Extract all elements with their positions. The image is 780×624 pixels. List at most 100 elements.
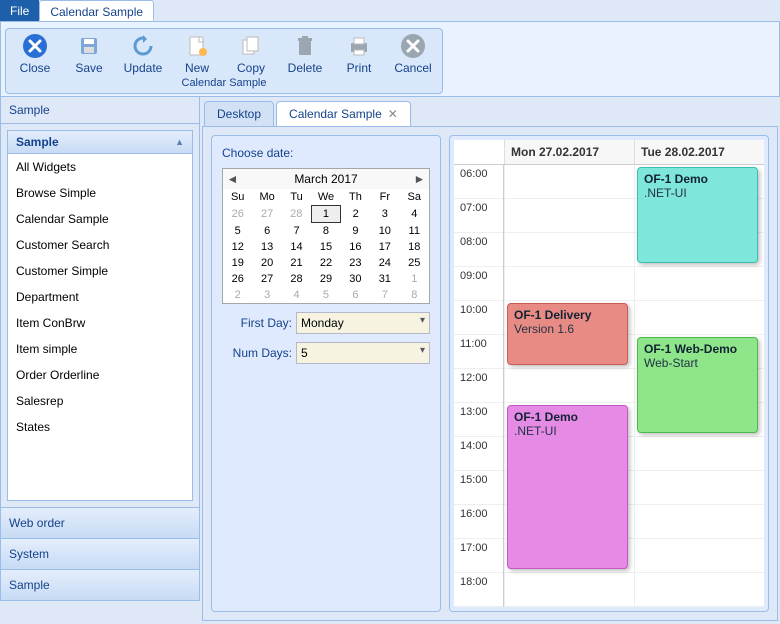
- calendar-day[interactable]: 28: [282, 271, 311, 287]
- calendar-day[interactable]: 28: [282, 206, 311, 223]
- time-gutter: 06:0007:0008:0009:0010:0011:0012:0013:00…: [454, 165, 504, 607]
- calendar-day[interactable]: 13: [252, 239, 281, 255]
- calendar-day[interactable]: 24: [370, 255, 399, 271]
- calendar-day[interactable]: 14: [282, 239, 311, 255]
- sidebar-link[interactable]: Web order: [1, 507, 199, 538]
- calendar-day[interactable]: 21: [282, 255, 311, 271]
- tab[interactable]: Desktop: [204, 101, 274, 126]
- event-desc: Version 1.6: [514, 322, 621, 336]
- calendar-day[interactable]: 12: [223, 239, 252, 255]
- sidebar-item[interactable]: Order Orderline: [8, 362, 192, 388]
- calendar-day[interactable]: 26: [223, 206, 252, 223]
- day-column[interactable]: OF-1 Demo.NET-UI OF-1 Web-DemoWeb-Start: [634, 165, 764, 607]
- update-label: Update: [124, 61, 163, 75]
- sidebar-item[interactable]: All Widgets: [8, 154, 192, 180]
- sidebar-item[interactable]: Salesrep: [8, 388, 192, 414]
- hour-label: 10:00: [454, 301, 503, 335]
- calendar-day[interactable]: 8: [311, 223, 340, 240]
- menu-bar: File Calendar Sample: [0, 0, 780, 22]
- calendar-day[interactable]: 25: [400, 255, 429, 271]
- prev-month-icon[interactable]: ◄: [225, 172, 240, 186]
- calendar-day[interactable]: 31: [370, 271, 399, 287]
- print-icon: [346, 33, 372, 59]
- calendar-event[interactable]: OF-1 Demo.NET-UI: [507, 405, 628, 569]
- calendar-day[interactable]: 8: [400, 287, 429, 303]
- calendar-day[interactable]: 23: [341, 255, 370, 271]
- sidebar-item[interactable]: Customer Simple: [8, 258, 192, 284]
- copy-button[interactable]: Copy: [230, 33, 272, 75]
- delete-button[interactable]: Delete: [284, 33, 326, 75]
- day-header: Mon 27.02.2017: [504, 140, 634, 164]
- calendar-event[interactable]: OF-1 Web-DemoWeb-Start: [637, 337, 758, 433]
- sidebar-item[interactable]: Calendar Sample: [8, 206, 192, 232]
- calendar-day[interactable]: 6: [252, 223, 281, 240]
- first-day-select[interactable]: Monday: [296, 312, 430, 334]
- calendar-day[interactable]: 5: [311, 287, 340, 303]
- calendar-day[interactable]: 18: [400, 239, 429, 255]
- calendar-day[interactable]: 19: [223, 255, 252, 271]
- sidebar-item[interactable]: States: [8, 414, 192, 440]
- tab[interactable]: Calendar Sample ✕: [276, 101, 411, 126]
- calendar-day[interactable]: 2: [341, 206, 370, 223]
- day-column[interactable]: OF-1 DeliveryVersion 1.6 OF-1 Demo.NET-UI: [504, 165, 634, 607]
- menu-tab-calendar[interactable]: Calendar Sample: [39, 0, 154, 21]
- calendar-day[interactable]: 29: [311, 271, 340, 287]
- calendar-event[interactable]: OF-1 DeliveryVersion 1.6: [507, 303, 628, 365]
- new-label: New: [185, 61, 209, 75]
- cancel-label: Cancel: [394, 61, 431, 75]
- calendar-day[interactable]: 3: [252, 287, 281, 303]
- calendar-day[interactable]: 2: [223, 287, 252, 303]
- update-icon: [130, 33, 156, 59]
- event-title: OF-1 Demo: [514, 410, 621, 424]
- sidebar-item[interactable]: Browse Simple: [8, 180, 192, 206]
- save-button[interactable]: Save: [68, 33, 110, 75]
- new-button[interactable]: New: [176, 33, 218, 75]
- calendar-day[interactable]: 11: [400, 223, 429, 240]
- close-icon[interactable]: ✕: [388, 107, 398, 121]
- calendar-day[interactable]: 15: [311, 239, 340, 255]
- sidebar-link[interactable]: System: [1, 538, 199, 569]
- calendar-day[interactable]: 27: [252, 271, 281, 287]
- event-title: OF-1 Web-Demo: [644, 342, 751, 356]
- print-button[interactable]: Print: [338, 33, 380, 75]
- mini-calendar[interactable]: ◄ March 2017 ► SuMoTuWeThFrSa26272812345…: [222, 168, 430, 304]
- menu-file[interactable]: File: [0, 0, 39, 21]
- sidebar-item[interactable]: Customer Search: [8, 232, 192, 258]
- hour-label: 12:00: [454, 369, 503, 403]
- day-header: Tue 28.02.2017: [634, 140, 764, 164]
- sidebar-link[interactable]: Sample: [1, 569, 199, 600]
- hour-label: 11:00: [454, 335, 503, 369]
- calendar-day[interactable]: 10: [370, 223, 399, 240]
- calendar-day[interactable]: 16: [341, 239, 370, 255]
- first-day-label: First Day:: [222, 316, 292, 330]
- calendar-day[interactable]: 3: [370, 206, 399, 223]
- calendar-event[interactable]: OF-1 Demo.NET-UI: [637, 167, 758, 263]
- calendar-day[interactable]: 17: [370, 239, 399, 255]
- calendar-day[interactable]: 4: [282, 287, 311, 303]
- cancel-button[interactable]: Cancel: [392, 33, 434, 75]
- next-month-icon[interactable]: ►: [412, 172, 427, 186]
- calendar-day[interactable]: 22: [311, 255, 340, 271]
- calendar-day[interactable]: 27: [252, 206, 281, 223]
- update-button[interactable]: Update: [122, 33, 164, 75]
- calendar-day[interactable]: 30: [341, 271, 370, 287]
- sidebar-item[interactable]: Item simple: [8, 336, 192, 362]
- calendar-day[interactable]: 6: [341, 287, 370, 303]
- calendar-day[interactable]: 7: [370, 287, 399, 303]
- calendar-day[interactable]: 5: [223, 223, 252, 240]
- sidebar-panel-header[interactable]: Sample ▲: [8, 131, 192, 154]
- calendar-day[interactable]: 20: [252, 255, 281, 271]
- sidebar-item[interactable]: Item ConBrw: [8, 310, 192, 336]
- calendar-day[interactable]: 9: [341, 223, 370, 240]
- calendar-day[interactable]: 1: [311, 206, 340, 223]
- copy-icon: [238, 33, 264, 59]
- collapse-icon[interactable]: ▲: [175, 137, 184, 147]
- calendar-day[interactable]: 7: [282, 223, 311, 240]
- tab-label: Calendar Sample: [289, 107, 382, 121]
- calendar-day[interactable]: 26: [223, 271, 252, 287]
- calendar-day[interactable]: 1: [400, 271, 429, 287]
- close-button[interactable]: Close: [14, 33, 56, 75]
- num-days-select[interactable]: 5: [296, 342, 430, 364]
- sidebar-item[interactable]: Department: [8, 284, 192, 310]
- calendar-day[interactable]: 4: [400, 206, 429, 223]
